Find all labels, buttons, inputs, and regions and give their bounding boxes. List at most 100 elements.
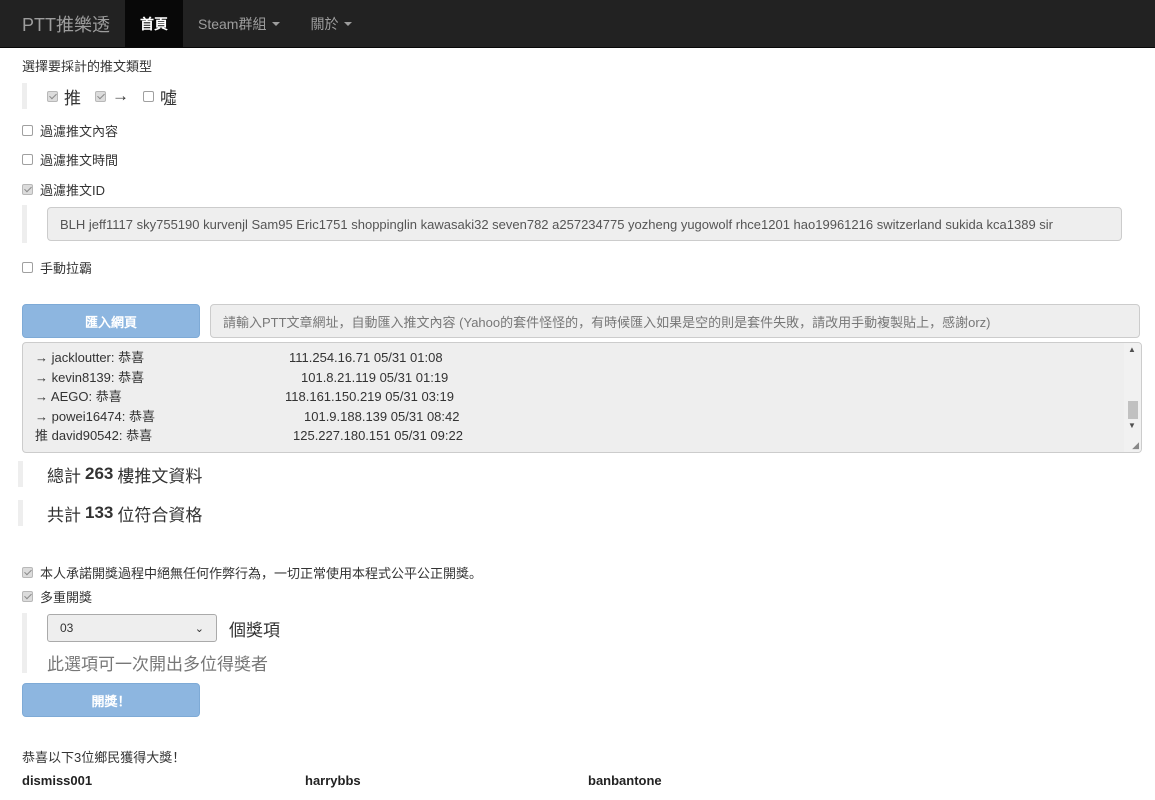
filter-time-row: 過濾推文時間 [22,150,118,169]
chevron-down-icon [344,21,353,26]
manual-row: 手動拉霸 [22,258,92,277]
nav-steam-group[interactable]: Steam群組 [183,0,295,47]
comment-meta: 118.161.150.219 05/31 03:19 [285,387,454,407]
comment-content: 恭喜 [128,408,155,424]
nav-steam-group-label: Steam群組 [198,15,267,32]
comment-ip: 101.8.21.119 [301,369,376,385]
comment-row: 推 david90542: 恭喜 125.227.180.151 05/31 09… [35,426,1141,446]
comment-tag: → [35,369,48,385]
comment-tag: → [35,389,48,405]
manual-checkbox[interactable] [22,262,33,273]
filter-id-row: 過濾推文ID [22,180,105,199]
filter-time-label: 過濾推文時間 [40,153,119,168]
resize-handle-icon[interactable]: ◢ [1132,440,1139,451]
filter-id-checkbox[interactable] [22,184,33,195]
comment-rows: → jackloutter: 恭喜 111.254.16.71 05/31 01:… [23,343,1141,446]
comment-tag: → [35,350,48,365]
navbar: PTT推樂透 首頁 Steam群組 關於 [0,0,1155,48]
comment-ip: 118.161.150.219 [285,389,382,405]
push-type-label-push: 推 [64,88,81,108]
chevron-down-icon: ⌄ [194,622,204,635]
scrollbar[interactable]: ▲ ▼ [1124,343,1141,452]
comment-ip: 125.227.180.151 [293,428,391,444]
nav-home[interactable]: 首頁 [125,0,183,47]
comment-meta: 101.8.21.119 05/31 01:19 [301,368,448,388]
multi-row: 多重開獎 [22,587,92,606]
push-type-options: 推 → 噓 [22,83,222,109]
comment-meta: 101.9.188.139 05/31 08:42 [304,407,459,427]
result-title: 恭喜以下3位鄉民獲得大獎！ [22,750,186,765]
comment-date: 05/31 [394,428,427,444]
prize-section: 03 ⌄ 個獎項 此選項可一次開出多位得獎者 [22,613,422,674]
comment-meta: 125.227.180.151 05/31 09:22 [293,426,463,446]
comments-textarea[interactable]: → jackloutter: 恭喜 111.254.16.71 05/31 01:… [22,342,1142,453]
scroll-down-icon[interactable]: ▼ [1128,421,1136,430]
comment-user: AEGO [50,389,89,405]
comment-content: 恭喜 [118,369,145,385]
comment-row: → kevin8139: 恭喜 101.8.21.119 05/31 01:19 [35,368,1141,388]
multi-checkbox[interactable] [22,591,33,602]
total-suffix: 樓推文資料 [117,466,203,486]
prize-count-select[interactable]: 03 ⌄ [47,614,217,642]
comment-date: 05/31 [385,389,418,405]
scroll-thumb[interactable] [1128,401,1138,419]
comment-content: 恭喜 [118,350,145,365]
filter-content-label: 過濾推文內容 [40,124,119,139]
draw-button[interactable]: 開獎！ [22,683,200,717]
winner-2: harrybbs [305,773,361,788]
manual-label: 手動拉霸 [40,261,93,276]
nav-home-label: 首頁 [140,15,168,32]
comment-user: powei16474 [51,408,122,424]
comment-content: 恭喜 [126,428,153,444]
comment-row: → powei16474: 恭喜 101.9.188.139 05/31 08:4… [35,407,1141,427]
filter-content-checkbox[interactable] [22,125,33,136]
filter-id-wrapper: BLH jeff1117 sky755190 kurvenjl Sam95 Er… [22,205,1122,243]
comment-time: 09:22 [430,428,463,444]
nav-about[interactable]: 關於 [295,0,367,47]
comment-date: 05/31 [373,350,407,365]
brand-logo[interactable]: PTT推樂透 [0,0,125,47]
comment-tag: → [35,408,48,424]
winner-3: banbantone [588,773,662,788]
push-type-label-arrow: → [112,86,129,105]
total-summary: 總計 263 樓推文資料 [18,461,202,487]
filter-id-input[interactable]: BLH jeff1117 sky755190 kurvenjl Sam95 Er… [47,207,1122,241]
comment-user: kevin8139 [51,369,111,385]
nav-about-label: 關於 [310,15,339,32]
prize-count-value: 03 [60,621,74,635]
push-type-checkbox-push[interactable] [47,90,58,102]
comment-tag: 推 [35,428,49,444]
push-type-checkbox-arrow[interactable] [95,90,106,102]
promise-row: 本人承諾開獎過程中絕無任何作弊行為，一切正常使用本程式公平公正開獎。 [22,563,482,582]
comment-content: 恭喜 [95,389,122,405]
total-count: 263 [85,464,114,483]
qualified-suffix: 位符合資格 [117,505,203,525]
filter-time-checkbox[interactable] [22,154,33,165]
comment-time: 08:42 [426,408,460,424]
scroll-up-icon[interactable]: ▲ [1128,345,1136,354]
comment-meta: 111.254.16.71 05/31 01:08 [289,348,443,368]
push-type-label-boo: 噓 [160,88,177,108]
comment-time: 03:19 [421,389,454,405]
url-input[interactable]: 請輸入PTT文章網址，自動匯入推文內容 (Yahoo的套件怪怪的，有時候匯入如果… [210,304,1140,338]
comment-date: 05/31 [379,369,413,385]
promise-checkbox[interactable] [22,567,33,578]
comment-ip: 111.254.16.71 [289,350,371,365]
prize-hint: 此選項可一次開出多位得獎者 [47,655,268,674]
qualified-prefix: 共計 [47,505,81,525]
qualified-summary: 共計 133 位符合資格 [18,500,202,526]
push-type-checkbox-boo[interactable] [143,90,154,102]
multi-label: 多重開獎 [40,590,93,605]
prize-row: 03 ⌄ 個獎項 [47,614,422,642]
comment-date: 05/31 [390,408,424,424]
filter-content-row: 過濾推文內容 [22,121,118,140]
promise-label: 本人承諾開獎過程中絕無任何作弊行為，一切正常使用本程式公平公正開獎。 [40,566,483,581]
import-button[interactable]: 匯入網頁 [22,304,200,338]
prize-suffix: 個獎項 [229,620,280,640]
comment-time: 01:08 [410,350,443,365]
comment-row: → jackloutter: 恭喜 111.254.16.71 05/31 01:… [35,348,1141,368]
comment-ip: 101.9.188.139 [304,408,388,424]
winner-1: dismiss001 [22,773,93,788]
comment-time: 01:19 [415,369,449,385]
comment-user: jackloutter [51,350,111,365]
